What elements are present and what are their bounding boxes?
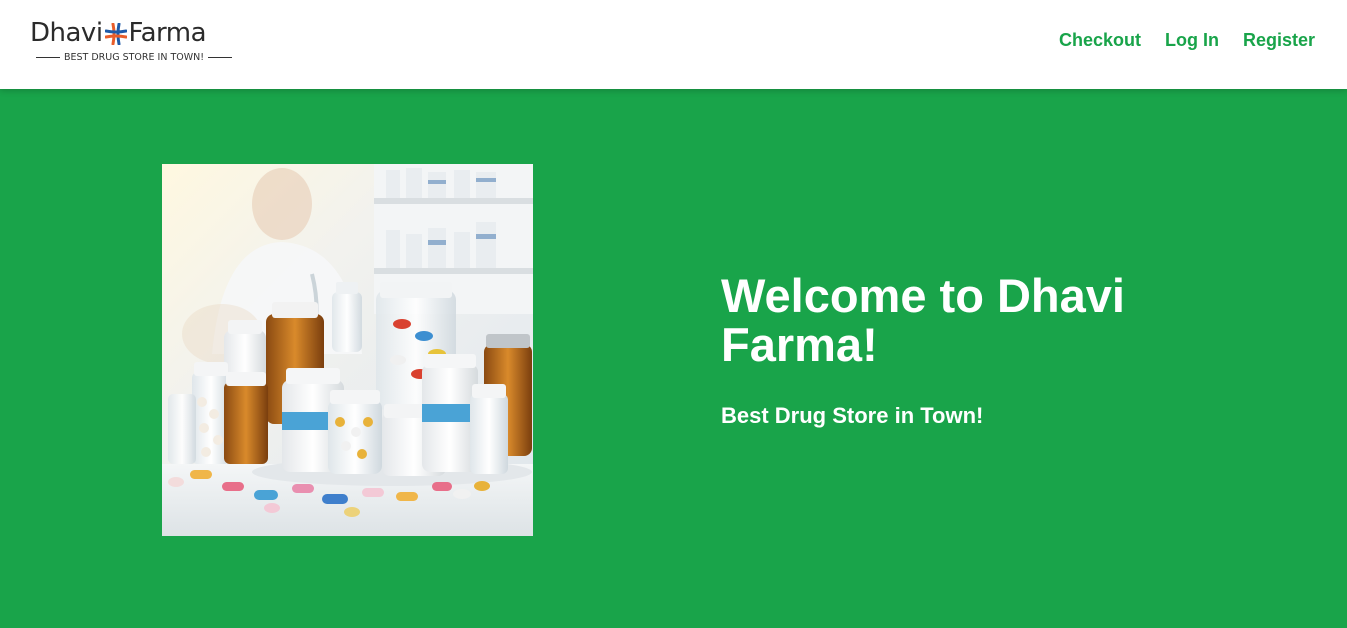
logo-name-right: Farma [128,18,207,48]
logo-wordmark: Dhavi Farma [30,18,207,48]
navbar: Dhavi Farma BEST DRUG STORE IN TOWN! Che… [0,0,1347,89]
logo-name-left: Dhavi [30,18,103,48]
logo-tagline-text: BEST DRUG STORE IN TOWN! [63,52,205,63]
pharmacy-illustration [162,164,533,536]
hero-text-block: Welcome to Dhavi Farma! Best Drug Store … [721,271,1241,429]
brand-logo[interactable]: Dhavi Farma BEST DRUG STORE IN TOWN! [30,14,240,74]
nav-link-login[interactable]: Log In [1165,30,1219,51]
logo-divider-left [36,57,60,58]
logo-tagline: BEST DRUG STORE IN TOWN! [36,52,233,63]
nav-link-register[interactable]: Register [1243,30,1315,51]
hero-section: Welcome to Dhavi Farma! Best Drug Store … [0,89,1347,628]
hero-subtitle: Best Drug Store in Town! [721,403,984,428]
nav-links: Checkout Log In Register [1059,30,1315,51]
nav-link-checkout[interactable]: Checkout [1059,30,1141,51]
hero-image [162,164,533,536]
logo-cross-icon [104,23,127,45]
hero-title: Welcome to Dhavi Farma! [721,269,1125,371]
logo-divider-right [208,57,233,58]
